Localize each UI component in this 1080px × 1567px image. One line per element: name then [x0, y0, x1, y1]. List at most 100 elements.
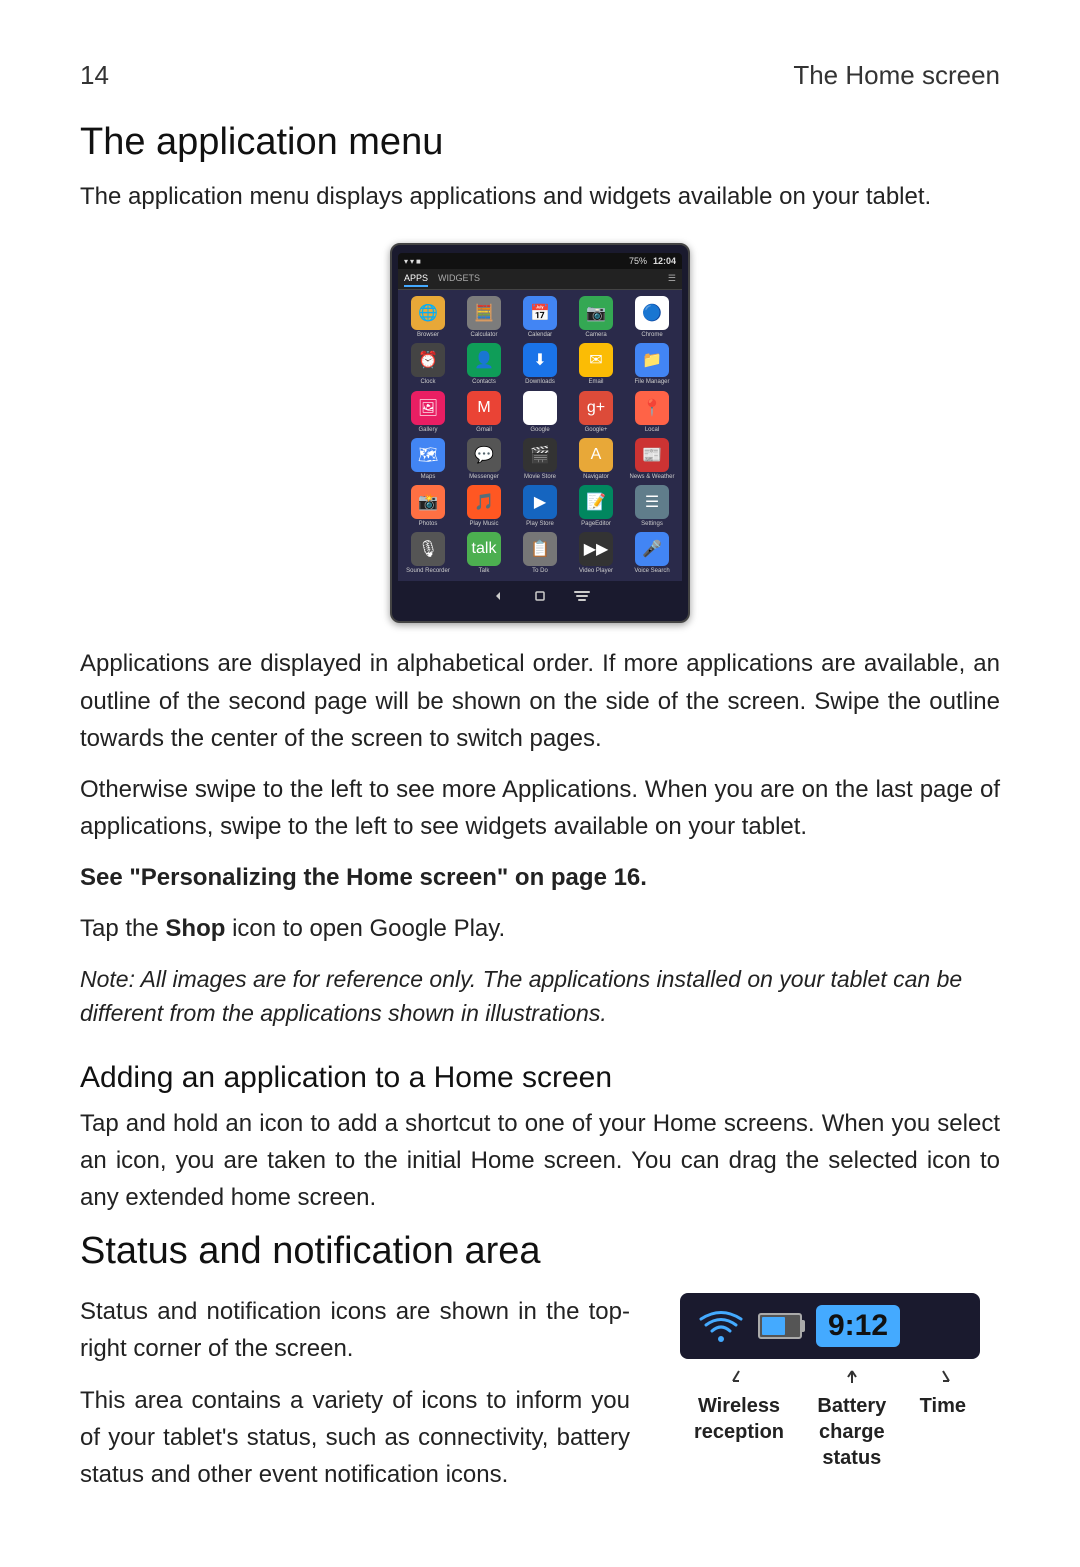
app-menu-bold: See "Personalizing the Home screen" on p…: [80, 859, 1000, 896]
app-icon: 🌐: [411, 296, 445, 330]
arrow-time-icon: [933, 1369, 953, 1389]
tablet-screenshot-wrapper: ▾ ▾ ■ 75% 12:04 APPS WIDGETS ☰ 🌐Browser🧮…: [80, 243, 1000, 623]
app-icon: 📸: [411, 485, 445, 519]
app-item[interactable]: 🎵Play Music: [458, 485, 510, 528]
app-icon: 📅: [523, 296, 557, 330]
app-icon: M: [467, 391, 501, 425]
app-label: Gallery: [418, 427, 437, 434]
back-nav-btn[interactable]: [489, 587, 507, 605]
app-label: Downloads: [525, 379, 555, 386]
app-label: To Do: [532, 568, 548, 575]
app-item[interactable]: GGoogle: [514, 391, 566, 434]
page-header: 14 The Home screen: [80, 60, 1000, 91]
arrow-battery-icon: [842, 1369, 862, 1389]
arrow-labels: Wirelessreception Batterychargestatus: [680, 1369, 980, 1471]
app-item[interactable]: g+ Google+: [570, 391, 622, 434]
app-icon: 💬: [467, 438, 501, 472]
app-item[interactable]: 💬Messenger: [458, 438, 510, 481]
app-icon: 📁: [635, 343, 669, 377]
app-item[interactable]: talkTalk: [458, 532, 510, 575]
page-title-header: The Home screen: [793, 60, 1000, 91]
app-item[interactable]: 📁File Manager: [626, 343, 678, 386]
app-item[interactable]: ☰Settings: [626, 485, 678, 528]
app-label: Maps: [421, 474, 436, 481]
app-icon: 👤: [467, 343, 501, 377]
status-description1: Status and notification icons are shown …: [80, 1293, 630, 1367]
tab-widgets[interactable]: WIDGETS: [438, 273, 480, 287]
tab-apps[interactable]: APPS: [404, 273, 428, 287]
wifi-area: [698, 1306, 744, 1346]
app-label: Voice Search: [634, 568, 669, 575]
adding-description: Tap and hold an icon to add a shortcut t…: [80, 1105, 1000, 1217]
app-label: Movie Store: [524, 474, 556, 481]
app-label: Calculator: [470, 332, 497, 339]
app-item[interactable]: 🗺Maps: [402, 438, 454, 481]
home-nav-btn[interactable]: [531, 587, 549, 605]
app-label: Camera: [585, 332, 606, 339]
app-label: Video Player: [579, 568, 613, 575]
app-icon: 📍: [635, 391, 669, 425]
app-item[interactable]: 📋 To Do: [514, 532, 566, 575]
app-item[interactable]: 🎙Sound Recorder: [402, 532, 454, 575]
tablet-status-icons: ▾ ▾ ■: [404, 257, 421, 266]
app-item[interactable]: 📸Photos: [402, 485, 454, 528]
app-item[interactable]: 📍 Local: [626, 391, 678, 434]
app-item[interactable]: 🌐Browser: [402, 296, 454, 339]
app-item[interactable]: 📰News & Weather: [626, 438, 678, 481]
tablet-nav-bar: [398, 581, 682, 607]
status-section: Status and notification area Status and …: [80, 1230, 1000, 1507]
app-icon: ☰: [635, 485, 669, 519]
app-menu-paragraph2: Otherwise swipe to the left to see more …: [80, 771, 1000, 845]
app-label: Calendar: [528, 332, 552, 339]
app-label: Email: [588, 379, 603, 386]
app-item[interactable]: 📷Camera: [570, 296, 622, 339]
app-label: Contacts: [472, 379, 496, 386]
app-icon: 📝: [579, 485, 613, 519]
status-notification-box: 9:12: [680, 1293, 980, 1359]
battery-icon-small: ■: [416, 257, 421, 266]
app-icon: ✉: [579, 343, 613, 377]
app-icon: 🎬: [523, 438, 557, 472]
app-icon: ⏰: [411, 343, 445, 377]
app-item[interactable]: ▶ Play Store: [514, 485, 566, 528]
recent-nav-btn[interactable]: [573, 587, 591, 605]
app-label: Local: [645, 427, 659, 434]
app-icon: ▶▶: [579, 532, 613, 566]
app-item[interactable]: ANavigator: [570, 438, 622, 481]
app-item[interactable]: 🎬 Movie Store: [514, 438, 566, 481]
app-label: Play Store: [526, 521, 554, 528]
app-item[interactable]: 📅 Calendar: [514, 296, 566, 339]
app-icon: ▶: [523, 485, 557, 519]
app-item[interactable]: 🧮 Calculator: [458, 296, 510, 339]
app-item[interactable]: ⬇ Downloads: [514, 343, 566, 386]
app-item[interactable]: MGmail: [458, 391, 510, 434]
app-icon: 📋: [523, 532, 557, 566]
app-item[interactable]: 🔵 Chrome: [626, 296, 678, 339]
tablet-app-grid: 🌐Browser 🧮 Calculator 📅 Calendar 📷Camera 🔵 Chro…: [398, 290, 682, 581]
app-icon: G: [523, 391, 557, 425]
app-item[interactable]: ✉ Email: [570, 343, 622, 386]
battery-area: [758, 1313, 802, 1339]
app-icon: ⬇: [523, 343, 557, 377]
app-icon: 🔵: [635, 296, 669, 330]
wireless-label-group: Wirelessreception: [694, 1369, 784, 1471]
app-icon: g+: [579, 391, 613, 425]
app-label: Talk: [479, 568, 490, 575]
app-item[interactable]: 🎤Voice Search: [626, 532, 678, 575]
app-item[interactable]: 🖼Gallery: [402, 391, 454, 434]
app-item[interactable]: 📝 PageEditor: [570, 485, 622, 528]
app-menu-paragraph1: Applications are displayed in alphabetic…: [80, 645, 1000, 757]
app-item[interactable]: ⏰Clock: [402, 343, 454, 386]
app-icon: 🧮: [467, 296, 501, 330]
app-label: Sound Recorder: [406, 568, 450, 575]
status-description2: This area contains a variety of icons to…: [80, 1382, 630, 1494]
app-item[interactable]: 👤 Contacts: [458, 343, 510, 386]
arrow-wireless-icon: [729, 1369, 749, 1389]
time-display: 9:12: [816, 1305, 900, 1347]
app-label: PageEditor: [581, 521, 611, 528]
app-label: Google+: [585, 427, 608, 434]
tablet-status-time: 12:04: [653, 256, 676, 266]
app-item[interactable]: ▶▶ Video Player: [570, 532, 622, 575]
tablet-settings-btn[interactable]: ☰: [668, 273, 676, 287]
app-label: Chrome: [641, 332, 662, 339]
